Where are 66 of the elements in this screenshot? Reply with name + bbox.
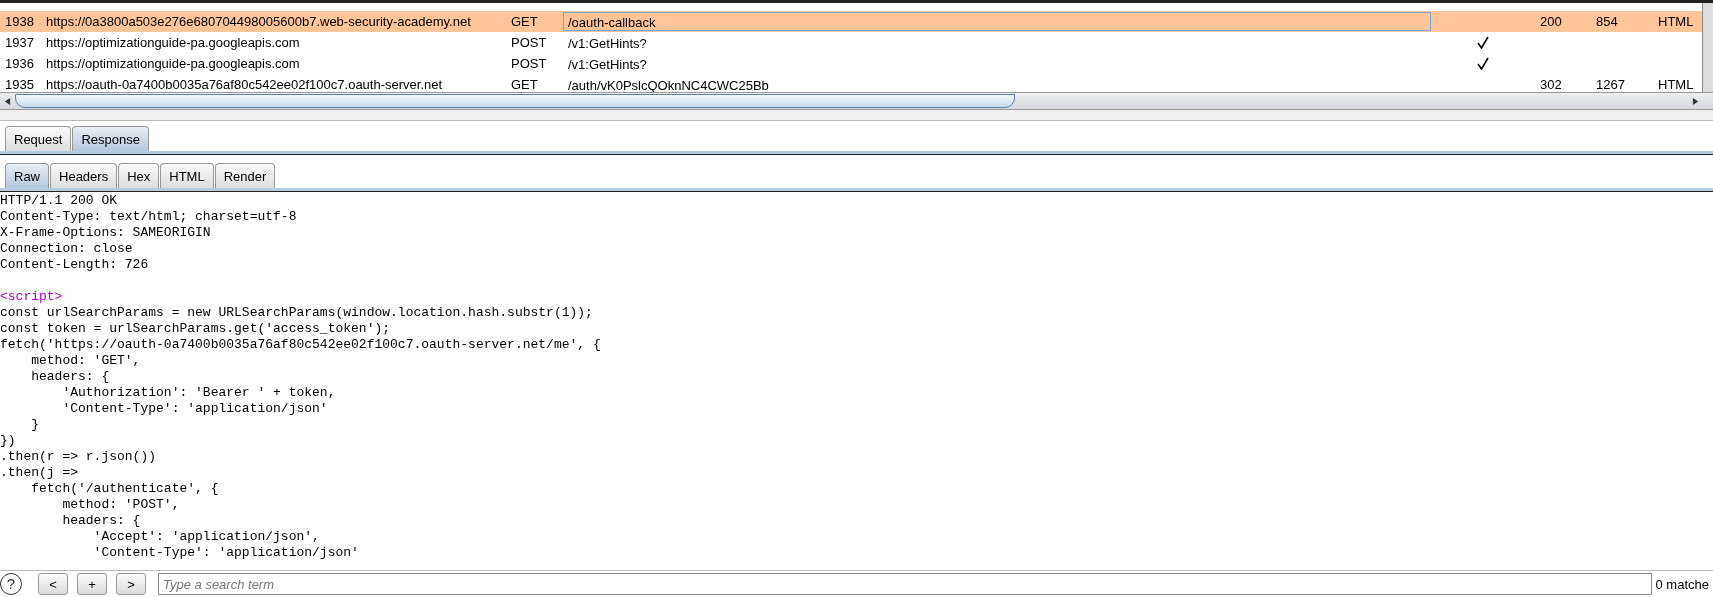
code-line: const urlSearchParams = new URLSearchParams(window.location.hash.substr(1));: [0, 305, 594, 321]
table-cell-text: POST: [511, 56, 548, 71]
code-line: <script>: [0, 289, 64, 305]
table-row[interactable]: 1938 https://0a3800a503e276e680704498005600b7.web-security-academy.net GET /oauth-callback 200 854 HTML: [0, 11, 1702, 32]
code-line: Content-Length: 726: [0, 257, 150, 273]
table-cell-text: 1935: [4, 77, 35, 92]
table-cell-text: 1267: [1596, 77, 1626, 92]
table-cell-text: 200: [1539, 14, 1563, 29]
tab[interactable]: Render: [214, 163, 276, 188]
horizontal-scrollbar[interactable]: [0, 92, 1713, 109]
table-cell-text: 1936: [4, 56, 35, 71]
search-nav-button[interactable]: <: [38, 573, 68, 595]
table-cell-text: https://optimizationguide-pa.googleapis.com: [46, 35, 301, 50]
code-line: 'Accept': 'application/json',: [92, 529, 321, 545]
code-line: 'Content-Type': 'application/json': [92, 545, 360, 561]
code-line: fetch('/authenticate', {: [30, 481, 220, 497]
search-nav-button[interactable]: +: [77, 573, 107, 595]
table-cell-text: 1937: [4, 35, 35, 50]
code-line: HTTP/1.1 200 OK: [0, 193, 119, 209]
table-row[interactable]: 1937 https://optimizationguide-pa.googleapis.com POST /v1:GetHints?: [0, 32, 1702, 53]
code-line: method: 'GET',: [30, 353, 142, 369]
table-cell-text: HTML: [1658, 14, 1695, 29]
table-cell-text: 854: [1596, 14, 1619, 29]
table-cell-text: HTML: [1658, 77, 1695, 92]
search-field[interactable]: Type a search term: [158, 573, 1652, 595]
code-line: 'Authorization': 'Bearer ' + token,: [61, 385, 337, 401]
code-line: .then(j =>: [0, 465, 79, 481]
code-line: }): [0, 433, 17, 449]
table-cell-text: 302: [1539, 77, 1563, 92]
code-line: Connection: close: [0, 241, 134, 257]
tab[interactable]: Hex: [118, 163, 160, 188]
tab[interactable]: Headers: [50, 163, 118, 188]
table-cell-text: GET: [511, 77, 539, 92]
table-cell-text: https://0a3800a503e276e680704498005600b7.web-security-academy.net: [46, 14, 472, 29]
table-row[interactable]: 1935 https://oauth-0a7400b0035a76af80c542ee02f100c7.oauth-server.net GET /auth/vK0PslcQOknNC4CWC25Bb 302 1267 HTML: [0, 74, 1702, 92]
table-cell-text: GET: [511, 14, 539, 29]
vertical-scrollbar[interactable]: [1702, 3, 1713, 92]
code-line: headers: {: [61, 513, 142, 529]
splitter-handle[interactable]: [0, 110, 1713, 121]
table-row[interactable]: 1936 https://optimizationguide-pa.googleapis.com POST /v1:GetHints?: [0, 53, 1702, 74]
code-line: Content-Type: text/html; charset=utf-8: [0, 209, 298, 225]
help-button[interactable]: ?: [0, 573, 22, 595]
table-cell-text: /v1:GetHints?: [567, 56, 648, 73]
search-nav-button[interactable]: >: [116, 573, 146, 595]
scroll-left-icon[interactable]: [4, 97, 11, 105]
code-line: .then(r => r.json()): [0, 449, 158, 465]
tab[interactable]: Request: [5, 126, 72, 151]
table-cell-text: POST: [511, 35, 548, 50]
table-cell: /oauth-callback: [563, 12, 1431, 31]
table-cell-text: 1938: [4, 14, 35, 29]
tab[interactable]: Raw: [5, 163, 49, 188]
code-line: X-Frame-Options: SAMEORIGIN: [0, 225, 212, 241]
tab[interactable]: HTML: [160, 163, 214, 188]
tab[interactable]: Response: [72, 126, 149, 151]
scroll-right-icon[interactable]: [1692, 97, 1699, 105]
match-count: 0 matche: [1654, 576, 1710, 592]
code-line: }: [30, 417, 40, 433]
code-line: method: 'POST',: [61, 497, 181, 513]
code-line: fetch('https://oauth-0a7400b0035a76af80c542ee02f100c7.oauth-server.net/me', {: [0, 337, 602, 353]
table-cell-text: /auth/vK0PslcQOknNC4CWC25Bb: [567, 77, 770, 92]
code-line: const token = urlSearchParams.get('access_token');: [0, 321, 392, 337]
table-cell-text: https://optimizationguide-pa.googleapis.com: [46, 56, 301, 71]
code-line: 'Content-Type': 'application/json': [61, 401, 329, 417]
code-line: headers: {: [30, 369, 111, 385]
table-cell-text: /v1:GetHints?: [567, 35, 648, 52]
table-cell-text: https://oauth-0a7400b0035a76af80c542ee02f100c7.oauth-server.net: [46, 77, 444, 92]
